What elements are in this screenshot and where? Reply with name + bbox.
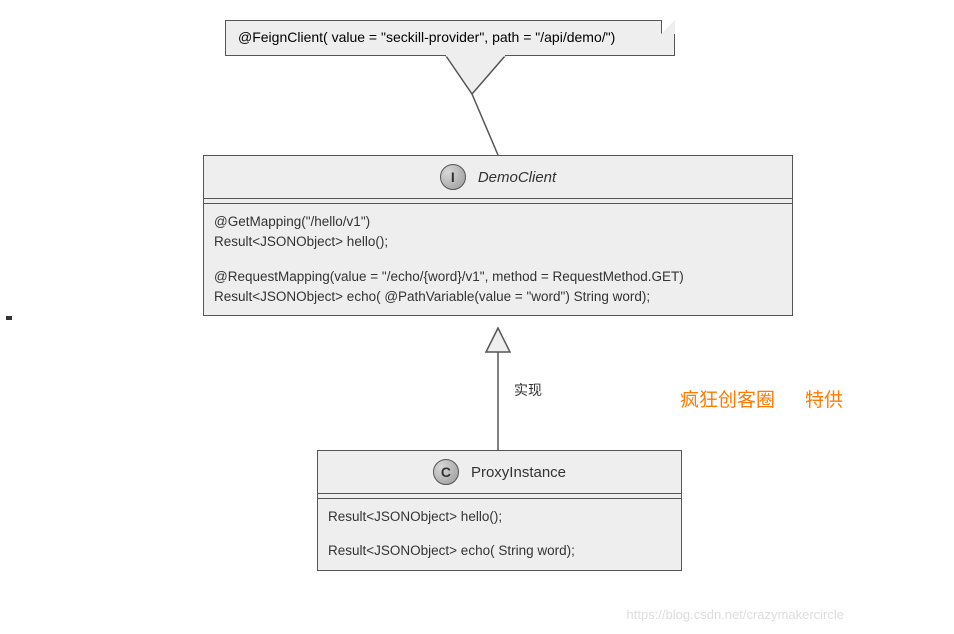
note-text: @FeignClient( value = "seckill-provider"… <box>238 29 615 45</box>
method-signature: Result<JSONObject> echo( @PathVariable(v… <box>214 287 782 307</box>
brand-text-1: 疯狂创客圈 <box>680 385 775 412</box>
method-group: @RequestMapping(value = "/echo/{word}/v1… <box>214 267 782 308</box>
interface-democlient: I DemoClient @GetMapping("/hello/v1") Re… <box>203 155 793 316</box>
class-icon: C <box>433 459 459 485</box>
method-annotation: @RequestMapping(value = "/echo/{word}/v1… <box>214 267 782 287</box>
watermark-text: https://blog.csdn.net/crazymakercircle <box>627 607 844 622</box>
method-signature: Result<JSONObject> hello(); <box>214 232 782 252</box>
interface-body: @GetMapping("/hello/v1") Result<JSONObje… <box>204 204 792 315</box>
class-name: ProxyInstance <box>471 464 566 481</box>
interface-header: I DemoClient <box>204 156 792 199</box>
class-header: C ProxyInstance <box>318 451 681 494</box>
note-fold-icon <box>661 20 675 34</box>
method-group: Result<JSONObject> echo( String word); <box>328 541 671 561</box>
interface-name: DemoClient <box>478 169 556 186</box>
annotation-note: @FeignClient( value = "seckill-provider"… <box>225 20 675 56</box>
brand-text-2: 特供 <box>805 385 843 412</box>
method-group: Result<JSONObject> hello(); <box>328 507 671 527</box>
uml-diagram: @FeignClient( value = "seckill-provider"… <box>0 0 954 634</box>
interface-icon: I <box>440 164 466 190</box>
class-body: Result<JSONObject> hello(); Result<JSONO… <box>318 499 681 570</box>
method-group: @GetMapping("/hello/v1") Result<JSONObje… <box>214 212 782 253</box>
relation-label: 实现 <box>514 380 542 400</box>
dot-marker <box>6 316 12 320</box>
interface-stereotype: I <box>451 169 455 185</box>
method-annotation: @GetMapping("/hello/v1") <box>214 212 782 232</box>
class-proxyinstance: C ProxyInstance Result<JSONObject> hello… <box>317 450 682 571</box>
method-signature: Result<JSONObject> hello(); <box>328 507 671 527</box>
class-stereotype: C <box>441 464 451 480</box>
method-signature: Result<JSONObject> echo( String word); <box>328 541 671 561</box>
